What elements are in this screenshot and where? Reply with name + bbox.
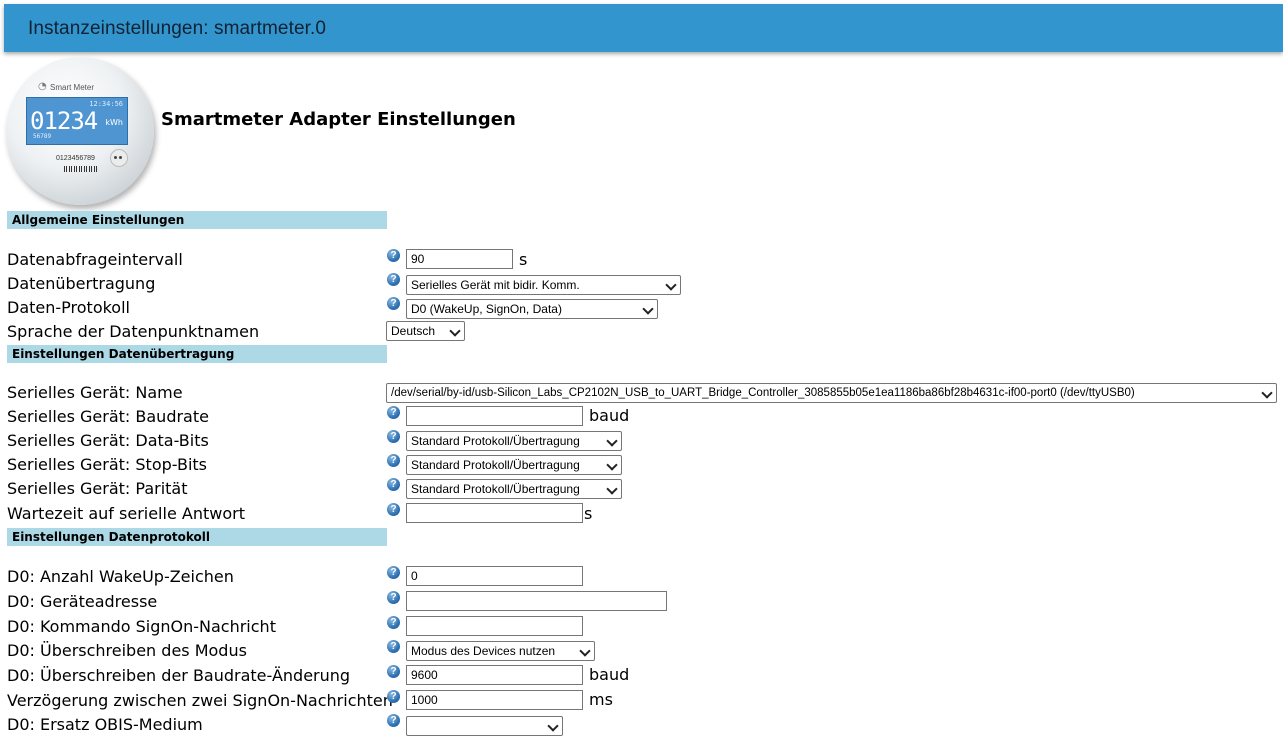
section-protocol-title: Einstellungen Datenprotokoll bbox=[12, 530, 210, 544]
help-icon[interactable]: ? bbox=[387, 503, 400, 516]
help-icon[interactable]: ? bbox=[387, 273, 400, 286]
baudchange-input[interactable] bbox=[406, 665, 583, 685]
baudchange-unit: baud bbox=[589, 665, 630, 684]
chevron-down-icon bbox=[606, 459, 618, 471]
label-language: Sprache der Datenpunktnamen bbox=[7, 322, 260, 341]
meter-unit: kWh bbox=[105, 118, 123, 127]
chevron-down-icon bbox=[642, 303, 654, 315]
section-transfer: Einstellungen Datenübertragung bbox=[7, 345, 387, 363]
serial-name-select-value: /dev/serial/by-id/usb-Silicon_Labs_CP210… bbox=[391, 387, 1135, 399]
help-icon[interactable]: ? bbox=[387, 454, 400, 467]
protocol-select-value: D0 (WakeUp, SignOn, Data) bbox=[411, 302, 562, 316]
mode-select-value: Modus des Devices nutzen bbox=[411, 644, 556, 658]
label-wakeup: D0: Anzahl WakeUp-Zeichen bbox=[7, 567, 234, 586]
label-delay: Verzögerung zwischen zwei SignOn-Nachric… bbox=[7, 691, 393, 710]
serial-name-select[interactable]: /dev/serial/by-id/usb-Silicon_Labs_CP210… bbox=[386, 383, 1277, 403]
wait-input[interactable] bbox=[406, 503, 583, 523]
chevron-down-icon bbox=[606, 435, 618, 447]
title-bar: Instanzeinstellungen: smartmeter.0 bbox=[4, 4, 1283, 52]
language-select[interactable]: Deutsch bbox=[386, 321, 465, 341]
label-address: D0: Geräteadresse bbox=[7, 592, 158, 611]
stopbits-select[interactable]: Standard Protokoll/Übertragung bbox=[406, 455, 622, 475]
wait-unit: s bbox=[584, 504, 593, 523]
chevron-down-icon bbox=[606, 483, 618, 495]
parity-select[interactable]: Standard Protokoll/Übertragung bbox=[406, 479, 622, 499]
page-heading: Smartmeter Adapter Einstellungen bbox=[161, 109, 516, 130]
chevron-down-icon bbox=[547, 720, 559, 732]
delay-input[interactable] bbox=[406, 690, 583, 710]
mode-select[interactable]: Modus des Devices nutzen bbox=[406, 641, 595, 661]
chevron-down-icon bbox=[665, 279, 677, 291]
label-mode: D0: Überschreiben des Modus bbox=[7, 641, 247, 660]
baudrate-unit: baud bbox=[589, 406, 630, 425]
help-icon[interactable]: ? bbox=[387, 430, 400, 443]
meter-reading: 01234 bbox=[30, 107, 98, 135]
label-signon: D0: Kommando SignOn-Nachricht bbox=[7, 617, 276, 636]
section-general: Allgemeine Einstellungen bbox=[7, 211, 387, 229]
help-icon[interactable]: ? bbox=[387, 616, 400, 629]
help-icon[interactable]: ? bbox=[387, 566, 400, 579]
label-transfer: Datenübertragung bbox=[7, 274, 156, 293]
delay-unit: ms bbox=[589, 690, 613, 709]
meter-sub: 56789 bbox=[33, 133, 52, 140]
label-obis: D0: Ersatz OBIS-Medium bbox=[7, 715, 203, 734]
section-protocol: Einstellungen Datenprotokoll bbox=[7, 528, 387, 546]
interval-unit: s bbox=[519, 250, 528, 269]
smartmeter-logo: ◔ Smart Meter 12:34:56 01234 kWh 56789 0… bbox=[6, 57, 154, 205]
section-general-title: Allgemeine Einstellungen bbox=[12, 213, 185, 227]
window-title: Instanzeinstellungen: smartmeter.0 bbox=[28, 18, 327, 39]
settings-content: ◔ Smart Meter 12:34:56 01234 kWh 56789 0… bbox=[0, 52, 1283, 744]
help-icon[interactable]: ? bbox=[387, 690, 400, 703]
help-icon[interactable]: ? bbox=[387, 249, 400, 262]
signon-input[interactable] bbox=[406, 616, 583, 636]
help-icon[interactable]: ? bbox=[387, 406, 400, 419]
baudrate-input[interactable] bbox=[406, 406, 583, 426]
databits-select-value: Standard Protokoll/Übertragung bbox=[411, 434, 580, 448]
chevron-down-icon bbox=[579, 645, 591, 657]
obis-select[interactable] bbox=[406, 716, 563, 736]
parity-select-value: Standard Protokoll/Übertragung bbox=[411, 482, 580, 496]
protocol-select[interactable]: D0 (WakeUp, SignOn, Data) bbox=[406, 299, 658, 319]
label-protocol: Daten-Protokoll bbox=[7, 298, 130, 317]
meter-serial: 0123456789 bbox=[56, 155, 95, 162]
chevron-down-icon bbox=[1261, 387, 1273, 399]
help-icon[interactable]: ? bbox=[387, 665, 400, 678]
logo-brand: Smart Meter bbox=[50, 83, 95, 92]
wakeup-input[interactable] bbox=[406, 566, 583, 586]
chevron-down-icon bbox=[449, 325, 461, 337]
help-icon[interactable]: ? bbox=[387, 640, 400, 653]
label-parity: Serielles Gerät: Parität bbox=[7, 479, 188, 498]
transfer-select-value: Serielles Gerät mit bidir. Komm. bbox=[411, 278, 580, 292]
wifi-icon: ◔ bbox=[38, 81, 47, 92]
label-serial-name: Serielles Gerät: Name bbox=[7, 383, 183, 402]
help-icon[interactable]: ? bbox=[387, 297, 400, 310]
barcode-icon bbox=[64, 166, 98, 172]
help-icon[interactable]: ? bbox=[387, 714, 400, 727]
interval-input[interactable] bbox=[406, 249, 513, 269]
label-stopbits: Serielles Gerät: Stop-Bits bbox=[7, 455, 208, 474]
label-databits: Serielles Gerät: Data-Bits bbox=[7, 431, 209, 450]
transfer-select[interactable]: Serielles Gerät mit bidir. Komm. bbox=[406, 275, 681, 295]
language-select-value: Deutsch bbox=[391, 324, 436, 338]
databits-select[interactable]: Standard Protokoll/Übertragung bbox=[406, 431, 622, 451]
address-input[interactable] bbox=[406, 591, 667, 611]
help-icon[interactable]: ? bbox=[387, 591, 400, 604]
label-baudrate: Serielles Gerät: Baudrate bbox=[7, 407, 209, 426]
label-wait: Wartezeit auf serielle Antwort bbox=[7, 504, 245, 523]
meter-display: 12:34:56 01234 kWh 56789 bbox=[26, 97, 128, 145]
optical-port-icon bbox=[110, 149, 128, 167]
label-interval: Datenabfrageintervall bbox=[7, 250, 183, 269]
section-transfer-title: Einstellungen Datenübertragung bbox=[12, 347, 235, 361]
stopbits-select-value: Standard Protokoll/Übertragung bbox=[411, 458, 580, 472]
label-baudchange: D0: Überschreiben der Baudrate-Änderung bbox=[7, 666, 351, 685]
help-icon[interactable]: ? bbox=[387, 478, 400, 491]
